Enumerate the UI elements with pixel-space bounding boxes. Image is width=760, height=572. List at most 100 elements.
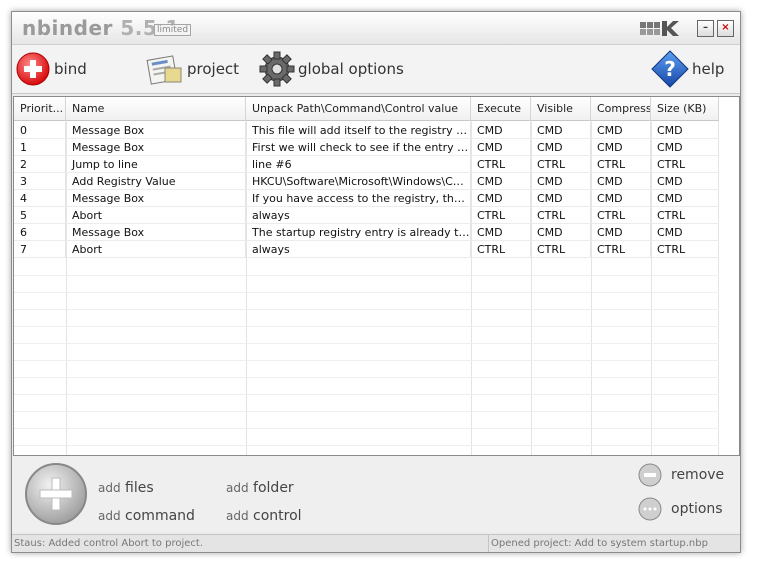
plus-circle-icon[interactable] [22,460,90,528]
help-button[interactable]: ? help [650,50,724,88]
add-command-label: command [125,508,195,524]
cell-name: Message Box [66,224,246,241]
bind-button[interactable]: bind [14,50,87,88]
cell-priority: 3 [14,173,66,190]
cell-size: CMD [651,122,719,139]
table-row[interactable]: 1 Message Box First we will check to see… [14,139,719,156]
cell-priority: 1 [14,139,66,156]
project-icon [146,55,182,85]
grid-line [14,275,719,276]
gear-icon [259,51,295,87]
cell-compress: CMD [591,173,651,190]
cell-compress: CMD [591,122,651,139]
options-circle-icon [638,497,662,521]
column-header-name[interactable]: Name [66,97,246,121]
cell-visible: CMD [531,224,591,241]
column-header-size[interactable]: Size (KB) [651,97,719,121]
main-toolbar: bind project global options ? help [12,45,740,94]
cell-visible: CTRL [531,207,591,224]
cell-compress: CTRL [591,207,651,224]
cell-priority: 2 [14,156,66,173]
cell-visible: CMD [531,122,591,139]
cell-size: CMD [651,173,719,190]
cell-priority: 6 [14,224,66,241]
grid-line [14,394,719,395]
cell-execute: CTRL [471,241,531,258]
cell-compress: CTRL [591,156,651,173]
cell-path: The startup registry entry is already th… [246,224,471,241]
add-prefix: add [226,509,249,523]
add-prefix: add [226,481,249,495]
column-header-priority[interactable]: Priorit... [14,97,66,121]
grid-line [14,343,719,344]
column-header-visible[interactable]: Visible [531,97,591,121]
table-row[interactable]: 2 Jump to line line #6 CTRL CTRL CTRL CT… [14,156,719,173]
cell-priority: 4 [14,190,66,207]
options-label: options [671,501,723,517]
cell-execute: CMD [471,122,531,139]
add-files-button[interactable]: add files [98,480,154,496]
table-row[interactable]: 5 Abort always CTRL CTRL CTRL CTRL [14,207,719,224]
cell-execute: CMD [471,190,531,207]
cell-priority: 7 [14,241,66,258]
grid-line [14,309,719,310]
project-label: project [187,60,240,78]
cell-name: Message Box [66,190,246,207]
grid-line [14,411,719,412]
cell-size: CTRL [651,207,719,224]
grid-line [14,360,719,361]
project-button[interactable]: project [145,50,239,88]
grid-line [14,292,719,293]
close-button[interactable]: × [717,20,734,37]
cell-execute: CMD [471,224,531,241]
column-header-execute[interactable]: Execute [471,97,531,121]
remove-label: remove [671,467,725,483]
table-row[interactable]: 6 Message Box The startup registry entry… [14,224,719,241]
add-control-label: control [253,508,302,524]
help-diamond-icon: ? [651,50,689,88]
cell-visible: CTRL [531,241,591,258]
column-header-path[interactable]: Unpack Path\Command\Control value [246,97,471,121]
minus-circle-icon [638,463,662,487]
cell-priority: 5 [14,207,66,224]
cell-size: CTRL [651,156,719,173]
status-bar: Staus: Added control Abort to project. O… [12,534,740,552]
cell-name: Jump to line [66,156,246,173]
add-command-button[interactable]: add command [98,508,195,524]
add-folder-label: folder [253,480,294,496]
table-row[interactable]: 4 Message Box If you have access to the … [14,190,719,207]
grid-line [14,326,719,327]
cell-size: CTRL [651,241,719,258]
plus-circle-icon [16,52,50,86]
edition-badge: limited [154,24,192,36]
svg-text:?: ? [664,57,676,81]
cell-size: CMD [651,139,719,156]
add-folder-button[interactable]: add folder [226,480,294,496]
table-row[interactable]: 7 Abort always CTRL CTRL CTRL CTRL [14,241,719,258]
table-row[interactable]: 3 Add Registry Value HKCU\Software\Micro… [14,173,719,190]
global-options-button[interactable]: global options [258,50,404,88]
cell-name: Message Box [66,139,246,156]
global-options-label: global options [298,60,404,78]
cell-name: Abort [66,207,246,224]
cell-visible: CTRL [531,156,591,173]
cell-name: Abort [66,241,246,258]
cell-visible: CMD [531,173,591,190]
cell-path: This file will add itself to the registr… [246,122,471,139]
column-header-compress[interactable]: Compress [591,97,651,121]
table-row[interactable]: 0 Message Box This file will add itself … [14,122,719,139]
minimize-button[interactable]: – [697,20,714,37]
add-control-button[interactable]: add control [226,508,302,524]
cell-name: Add Registry Value [66,173,246,190]
options-button[interactable]: options [637,494,735,524]
grid-line [14,445,719,446]
add-prefix: add [98,509,121,523]
cell-visible: CMD [531,139,591,156]
cell-size: CMD [651,190,719,207]
items-table[interactable]: Priorit... Name Unpack Path\Command\Cont… [13,96,740,456]
cell-path: First we will check to see if the entry … [246,139,471,156]
app-window: nbinder 5.5.1 limited – × bind project g… [11,11,741,553]
cell-compress: CMD [591,190,651,207]
bind-label: bind [54,60,87,78]
remove-button[interactable]: remove [637,460,735,490]
